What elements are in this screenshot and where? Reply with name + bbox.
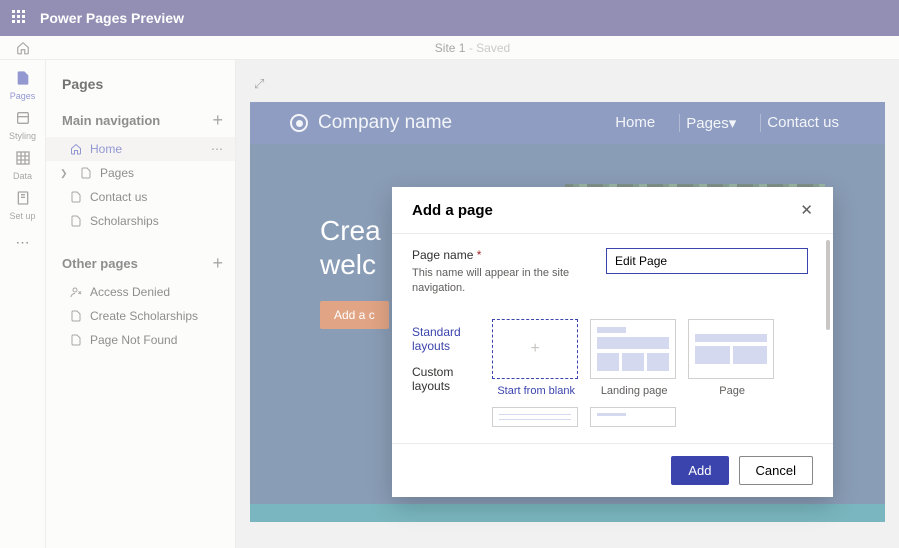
modal-header: Add a page ✕ (392, 187, 833, 234)
layout-card-landing[interactable]: Landing page (590, 319, 678, 397)
layout-tabs: Standard layouts Custom layouts (412, 319, 472, 427)
tab-standard-layouts[interactable]: Standard layouts (412, 319, 472, 359)
cancel-button[interactable]: Cancel (739, 456, 813, 485)
add-button[interactable]: Add (671, 456, 728, 485)
modal-footer: Add Cancel (392, 443, 833, 497)
layout-card-blank[interactable]: + Start from blank (492, 319, 580, 397)
add-page-modal: Add a page ✕ Page name * This name will … (392, 187, 833, 497)
page-name-input[interactable] (606, 248, 808, 274)
plus-icon: + (530, 340, 539, 358)
layout-name: Page (688, 385, 776, 397)
layout-card-extra2[interactable] (590, 407, 678, 427)
page-name-label: Page name * (412, 248, 582, 262)
modal-body: Page name * This name will appear in the… (392, 234, 833, 443)
close-icon[interactable]: ✕ (800, 201, 813, 219)
page-name-help: This name will appear in the site naviga… (412, 266, 582, 297)
layout-name: Landing page (590, 385, 678, 397)
layout-card-page[interactable]: Page (688, 319, 776, 397)
tab-custom-layouts[interactable]: Custom layouts (412, 359, 472, 399)
scrollbar[interactable] (826, 240, 830, 330)
layout-card-extra1[interactable] (492, 407, 580, 427)
modal-title: Add a page (412, 202, 493, 219)
layout-name: Start from blank (492, 385, 580, 397)
layout-grid: + Start from blank Landing page (492, 319, 813, 427)
